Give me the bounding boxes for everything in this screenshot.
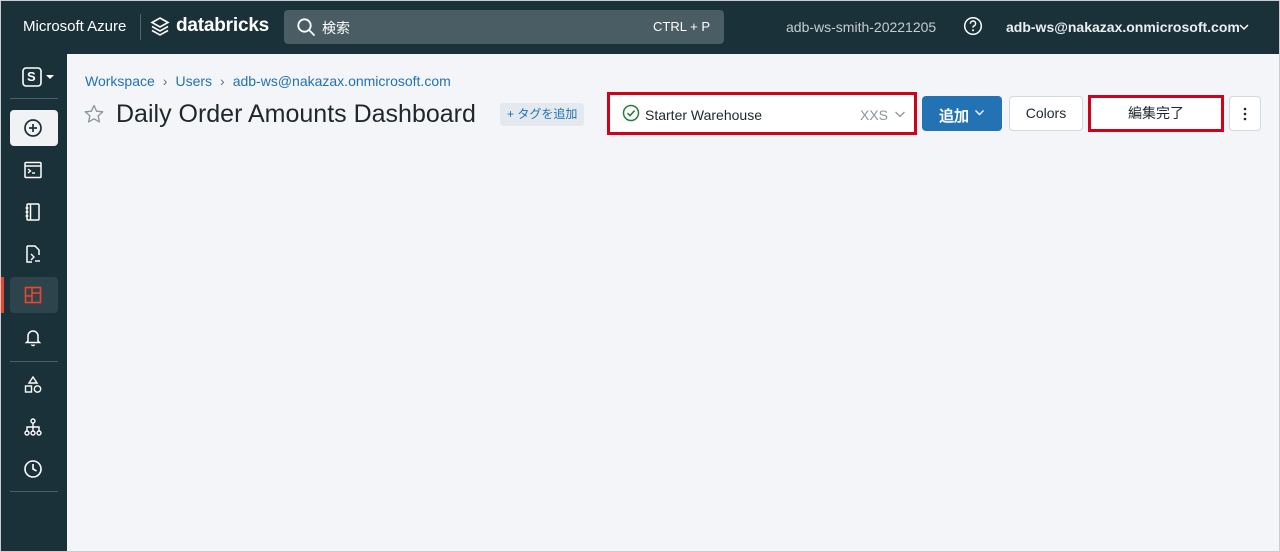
databricks-brand-label[interactable]: databricks (176, 15, 269, 37)
sidebar-divider (10, 491, 58, 492)
sidebar-item-sql-editor[interactable] (10, 152, 58, 188)
bell-icon (24, 330, 42, 347)
sidebar-item-queries[interactable] (10, 194, 58, 230)
breadcrumb-users[interactable]: Users (175, 73, 212, 89)
workspace-name[interactable]: adb-ws-smith-20221205 (786, 19, 936, 35)
sidebar-item-alerts[interactable] (10, 319, 58, 355)
search-bar[interactable]: 検索 CTRL + P (284, 10, 724, 44)
warehouse-name: Starter Warehouse (645, 107, 762, 123)
terminal-window-icon (24, 161, 42, 179)
sidebar-item-query-file[interactable] (10, 236, 58, 272)
chevron-down-icon (975, 110, 984, 116)
sidebar-item-workflows[interactable] (10, 409, 58, 445)
warehouse-size: XXS (860, 107, 889, 123)
check-circle-icon (622, 104, 640, 122)
persona-letter: S (27, 69, 36, 84)
sidebar-item-history[interactable] (10, 451, 58, 487)
add-button[interactable]: 追加 (922, 96, 1002, 131)
sidebar-item-data[interactable] (10, 367, 58, 403)
colors-button[interactable]: Colors (1009, 96, 1083, 131)
persona-switcher[interactable]: S (22, 67, 58, 87)
brand-divider (140, 14, 141, 40)
sidebar: S (0, 54, 67, 552)
kebab-menu-icon (1243, 107, 1247, 121)
page-title: Daily Order Amounts Dashboard (116, 100, 476, 128)
user-menu-label[interactable]: adb-ws@nakazax.onmicrosoft.com (1006, 19, 1240, 35)
hierarchy-icon (24, 418, 42, 436)
add-button-label: 追加 (939, 108, 970, 125)
sidebar-item-new[interactable] (10, 110, 58, 146)
file-code-icon (26, 245, 40, 263)
star-icon[interactable] (83, 103, 105, 125)
chevron-down-icon (895, 111, 905, 118)
active-indicator (0, 277, 4, 313)
notebook-icon (25, 203, 40, 221)
breadcrumb-separator: › (162, 73, 168, 89)
add-tag-button[interactable]: + タグを追加 (500, 103, 585, 126)
shapes-icon (24, 375, 42, 393)
breadcrumb: Workspace › Users › adb-ws@nakazax.onmicroso… (85, 73, 451, 89)
plus-circle-icon (24, 119, 42, 137)
done-editing-button[interactable]: 編集完了 (1088, 95, 1224, 132)
more-options-button[interactable] (1229, 96, 1261, 131)
breadcrumb-user-folder[interactable]: adb-ws@nakazax.onmicrosoft.com (233, 73, 451, 89)
databricks-logo-icon[interactable] (150, 16, 170, 38)
dashboard-icon (24, 286, 42, 304)
search-placeholder: 検索 (322, 20, 350, 36)
sidebar-divider (10, 361, 58, 362)
warehouse-selector[interactable]: Starter Warehouse XXS (607, 92, 917, 135)
help-icon[interactable] (963, 16, 983, 36)
search-shortcut-hint: CTRL + P (653, 19, 710, 34)
azure-brand-label: Microsoft Azure (23, 18, 127, 35)
sidebar-item-dashboards[interactable] (10, 277, 58, 313)
search-icon (297, 18, 315, 36)
breadcrumb-workspace[interactable]: Workspace (85, 73, 155, 89)
chevron-down-icon[interactable] (1238, 22, 1250, 32)
breadcrumb-separator: › (220, 73, 225, 89)
sidebar-divider (10, 98, 58, 99)
clock-icon (24, 460, 42, 478)
top-navigation-bar: Microsoft Azure databricks 検索 CTRL + P a… (0, 0, 1280, 54)
